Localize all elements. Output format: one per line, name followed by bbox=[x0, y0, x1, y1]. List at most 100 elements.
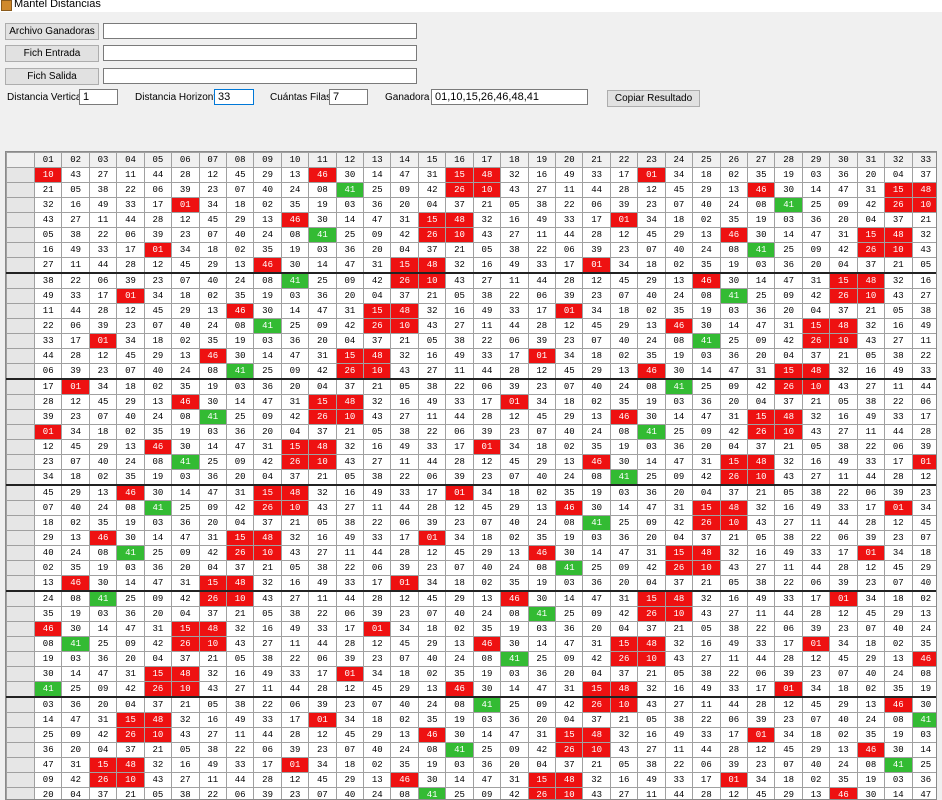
grid-cell[interactable]: 34 bbox=[472, 484, 502, 501]
grid-cell[interactable]: 34 bbox=[527, 394, 557, 410]
grid-cell[interactable]: 25 bbox=[637, 469, 666, 486]
row-header[interactable] bbox=[6, 439, 35, 455]
grid-cell[interactable]: 38 bbox=[637, 757, 666, 773]
grid-cell[interactable]: 44 bbox=[884, 424, 913, 440]
grid-cell[interactable]: 14 bbox=[500, 681, 529, 698]
grid-cell[interactable]: 32 bbox=[33, 197, 63, 213]
grid-cell[interactable]: 06 bbox=[472, 378, 502, 395]
grid-cell[interactable]: 17 bbox=[280, 712, 310, 728]
grid-cell[interactable]: 11 bbox=[555, 182, 584, 198]
grid-cell[interactable]: 22 bbox=[472, 333, 502, 349]
grid-cell[interactable]: 16 bbox=[664, 681, 694, 698]
grid-cell[interactable]: 22 bbox=[774, 575, 803, 592]
grid-cell[interactable]: 33 bbox=[308, 621, 337, 637]
grid-cell[interactable]: 44 bbox=[116, 212, 145, 228]
grid-cell[interactable]: 39 bbox=[61, 363, 90, 380]
grid-cell[interactable]: 10 bbox=[363, 363, 392, 380]
grid-cell[interactable]: 12 bbox=[555, 318, 584, 334]
row-header[interactable] bbox=[6, 606, 35, 622]
grid-cell[interactable]: 04 bbox=[280, 424, 310, 440]
grid-cell[interactable]: 16 bbox=[417, 348, 447, 364]
grid-cell[interactable]: 02 bbox=[472, 575, 502, 592]
grid-cell[interactable]: 13 bbox=[527, 500, 557, 516]
row-header[interactable] bbox=[6, 621, 35, 637]
grid-cell[interactable]: 33 bbox=[500, 303, 529, 319]
grid-cell[interactable]: 18 bbox=[88, 424, 118, 440]
grid-cell[interactable]: 13 bbox=[33, 575, 63, 592]
grid-cell[interactable]: 27 bbox=[280, 590, 310, 607]
grid-cell[interactable]: 33 bbox=[527, 257, 557, 274]
grid-cell[interactable]: 34 bbox=[116, 333, 145, 349]
grid-cell[interactable]: 28 bbox=[143, 212, 173, 228]
grid-cell[interactable]: 36 bbox=[308, 288, 337, 304]
grid-cell[interactable]: 11 bbox=[746, 606, 776, 622]
grid-cell[interactable]: 47 bbox=[335, 257, 365, 274]
grid-cell[interactable]: 46 bbox=[390, 772, 419, 788]
grid-cell[interactable]: 35 bbox=[33, 606, 63, 622]
grid-cell[interactable]: 22 bbox=[116, 182, 145, 198]
grid-cell[interactable]: 47 bbox=[33, 757, 63, 773]
grid-cell[interactable]: 22 bbox=[856, 439, 886, 455]
grid-cell[interactable]: 25 bbox=[116, 590, 145, 607]
grid-cell[interactable]: 20 bbox=[308, 333, 337, 349]
grid-cell[interactable]: 22 bbox=[746, 621, 776, 637]
grid-cell[interactable]: 40 bbox=[445, 606, 474, 622]
grid-cell[interactable]: 28 bbox=[856, 515, 886, 531]
grid-cell[interactable]: 25 bbox=[527, 651, 557, 667]
grid-cell[interactable]: 41 bbox=[692, 333, 721, 349]
grid-cell[interactable]: 11 bbox=[116, 167, 145, 183]
grid-cell[interactable]: 13 bbox=[116, 439, 145, 455]
grid-cell[interactable]: 18 bbox=[692, 167, 721, 183]
grid-cell[interactable]: 19 bbox=[637, 394, 666, 410]
grid-cell[interactable]: 40 bbox=[884, 621, 913, 637]
grid-cell[interactable]: 46 bbox=[884, 696, 913, 713]
grid-cell[interactable]: 10 bbox=[171, 681, 200, 698]
grid-cell[interactable]: 06 bbox=[911, 394, 936, 410]
grid-cell[interactable]: 23 bbox=[335, 696, 365, 713]
grid-cell[interactable]: 08 bbox=[417, 742, 447, 758]
grid-cell[interactable]: 49 bbox=[198, 757, 227, 773]
grid-cell[interactable]: 47 bbox=[225, 439, 255, 455]
grid-cell[interactable]: 28 bbox=[417, 500, 447, 516]
grid-cell[interactable]: 25 bbox=[472, 742, 502, 758]
grid-cell[interactable]: 01 bbox=[637, 167, 666, 183]
grid-cell[interactable]: 32 bbox=[472, 212, 502, 228]
grid-cell[interactable]: 11 bbox=[856, 424, 886, 440]
grid-cell[interactable]: 27 bbox=[500, 227, 529, 243]
grid-cell[interactable]: 25 bbox=[171, 500, 200, 516]
grid-cell[interactable]: 13 bbox=[829, 742, 858, 758]
grid-cell[interactable]: 45 bbox=[746, 787, 776, 799]
grid-cell[interactable]: 27 bbox=[801, 469, 831, 486]
grid-cell[interactable]: 09 bbox=[801, 242, 831, 258]
grid-cell[interactable]: 31 bbox=[582, 636, 611, 652]
grid-cell[interactable]: 11 bbox=[472, 318, 502, 334]
grid-cell[interactable]: 29 bbox=[116, 394, 145, 410]
grid-cell[interactable]: 04 bbox=[225, 515, 255, 531]
grid-cell[interactable]: 12 bbox=[500, 409, 529, 425]
grid-cell[interactable]: 24 bbox=[500, 560, 529, 576]
grid-cell[interactable]: 39 bbox=[171, 182, 200, 198]
grid-cell[interactable]: 10 bbox=[884, 242, 913, 258]
grid-cell[interactable]: 03 bbox=[555, 575, 584, 592]
grid-cell[interactable]: 29 bbox=[911, 560, 936, 576]
grid-cell[interactable]: 18 bbox=[363, 712, 392, 728]
grid-cell[interactable]: 20 bbox=[829, 212, 858, 228]
grid-cell[interactable]: 13 bbox=[692, 227, 721, 243]
grid-cell[interactable]: 45 bbox=[637, 227, 666, 243]
grid-cell[interactable]: 16 bbox=[609, 772, 639, 788]
grid-cell[interactable]: 12 bbox=[609, 227, 639, 243]
grid-cell[interactable]: 38 bbox=[500, 242, 529, 258]
grid-cell[interactable]: 04 bbox=[719, 439, 748, 455]
grid-cell[interactable]: 38 bbox=[390, 424, 419, 440]
grid-cell[interactable]: 03 bbox=[253, 333, 282, 349]
grid-cell[interactable]: 36 bbox=[143, 560, 173, 576]
grid-cell[interactable]: 17 bbox=[582, 212, 611, 228]
grid-cell[interactable]: 49 bbox=[719, 636, 748, 652]
grid-cell[interactable]: 45 bbox=[335, 727, 365, 743]
grid-cell[interactable]: 01 bbox=[417, 530, 447, 546]
grid-cell[interactable]: 07 bbox=[390, 651, 419, 667]
grid-cell[interactable]: 07 bbox=[61, 454, 90, 470]
grid-cell[interactable]: 20 bbox=[253, 424, 282, 440]
grid-cell[interactable]: 38 bbox=[198, 742, 227, 758]
grid-cell[interactable]: 07 bbox=[308, 787, 337, 799]
